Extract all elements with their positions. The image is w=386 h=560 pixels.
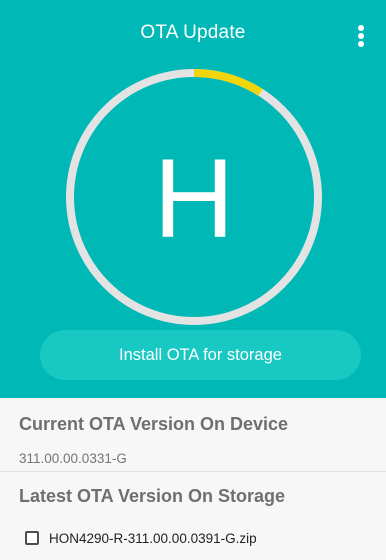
ota-update-screen: OTA Update H Install OTA for storage Cur… [0, 0, 386, 560]
logo-letter: H [153, 136, 235, 261]
menu-dot [358, 33, 364, 39]
app-bar: OTA Update [0, 0, 386, 70]
ota-file-name: HON4290-R-311.00.00.0391-G.zip [49, 530, 257, 546]
checkbox-unchecked-icon[interactable] [25, 531, 39, 545]
install-ota-button[interactable]: Install OTA for storage [40, 330, 361, 380]
current-version-title: Current OTA Version On Device [19, 414, 289, 434]
hero-panel: OTA Update H Install OTA for storage [0, 0, 386, 398]
app-title: OTA Update [140, 22, 246, 43]
ota-file-item[interactable]: HON4290-R-311.00.00.0391-G.zip [25, 526, 257, 550]
more-vertical-icon[interactable] [352, 22, 370, 50]
menu-dot [358, 25, 364, 31]
version-info: Current OTA Version On Device 311.00.00.… [0, 398, 386, 560]
section-divider [0, 471, 386, 472]
current-version-value: 311.00.00.0331-G [19, 451, 127, 466]
menu-dot [358, 41, 364, 47]
storage-version-title: Latest OTA Version On Storage [19, 486, 286, 506]
